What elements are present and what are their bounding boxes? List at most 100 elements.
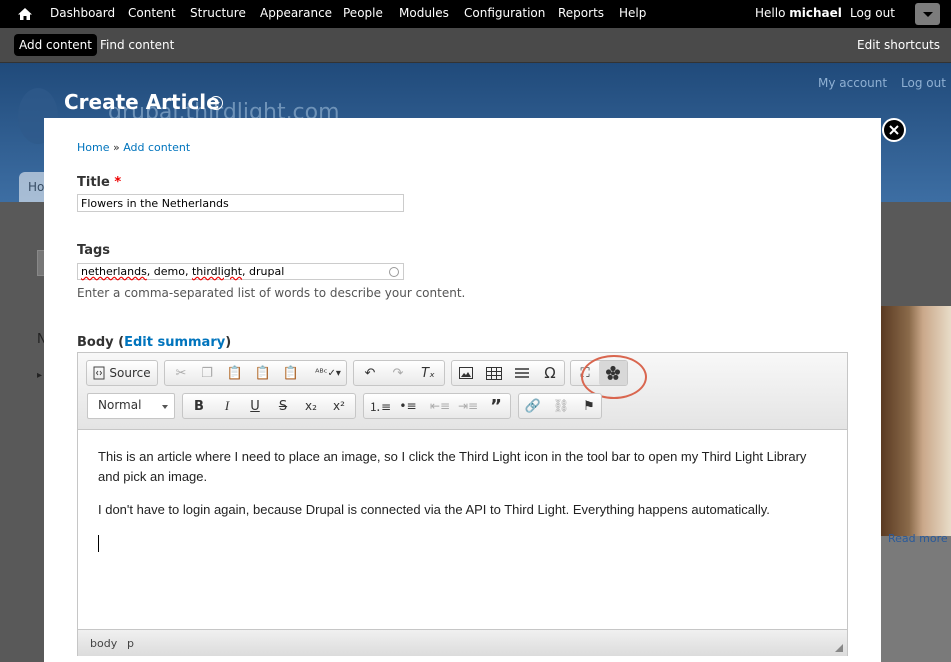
- add-shortcut-icon[interactable]: +: [209, 96, 223, 110]
- unlink-button[interactable]: ⛓: [547, 394, 575, 418]
- superscript-button[interactable]: x²: [325, 394, 353, 418]
- editor-status-bar: body p: [78, 629, 847, 656]
- table-button[interactable]: [480, 361, 508, 385]
- bold-button[interactable]: B: [185, 394, 213, 418]
- superscript-icon: x²: [333, 399, 345, 413]
- edit-summary-link[interactable]: Edit summary: [124, 335, 225, 350]
- menu-appearance[interactable]: Appearance: [260, 6, 332, 20]
- resize-handle-icon[interactable]: [835, 644, 843, 652]
- copy-button[interactable]: ❐: [193, 361, 221, 385]
- home-icon[interactable]: [17, 6, 33, 22]
- outdent-button[interactable]: ⇤≡: [426, 394, 454, 418]
- anchor-button[interactable]: ⚑: [575, 394, 603, 418]
- my-account-link[interactable]: My account: [818, 76, 887, 90]
- path-p[interactable]: p: [127, 637, 134, 650]
- autocomplete-throbber-icon: [389, 267, 399, 277]
- menu-configuration[interactable]: Configuration: [464, 6, 545, 20]
- menu-reports[interactable]: Reports: [558, 6, 604, 20]
- paste-text-button[interactable]: 📋: [249, 361, 277, 385]
- link-icon: 🔗: [524, 398, 542, 414]
- numbered-list-button[interactable]: ⒈≡: [366, 394, 394, 418]
- title-input[interactable]: Flowers in the Netherlands: [77, 194, 404, 212]
- horizontal-rule-button[interactable]: [508, 361, 536, 385]
- underline-button[interactable]: U: [241, 394, 269, 418]
- title-label-text: Title: [77, 175, 110, 190]
- undo-button[interactable]: ↶: [356, 361, 384, 385]
- blockquote-button[interactable]: ”: [482, 394, 510, 418]
- horizontal-rule-icon: [515, 368, 529, 378]
- logout-link[interactable]: Log out: [850, 6, 895, 20]
- toolbar-group-clipboard: ✂ ❐ 📋 📋 📋 ᴬᴮᶜ✓▾: [164, 360, 347, 386]
- menu-help[interactable]: Help: [619, 6, 646, 20]
- omega-icon: Ω: [544, 364, 556, 382]
- site-logout-link[interactable]: Log out: [901, 76, 946, 90]
- tags-text: , demo,: [146, 265, 192, 278]
- shortcut-add-content[interactable]: Add content: [14, 34, 97, 56]
- edit-shortcuts-link[interactable]: Edit shortcuts: [857, 38, 940, 52]
- editor-content[interactable]: This is an article where I need to place…: [98, 447, 828, 533]
- underline-icon: U: [250, 398, 260, 414]
- toolbar-group-basicstyles: B I U S x₂ x²: [182, 393, 356, 419]
- text-caret: [98, 535, 99, 552]
- special-char-button[interactable]: Ω: [536, 361, 564, 385]
- spellcheck-icon: ᴬᴮᶜ✓▾: [315, 367, 341, 379]
- cut-button[interactable]: ✂: [167, 361, 195, 385]
- toolbar-group-paragraph: ⒈≡ •≡ ⇤≡ ⇥≡ ”: [363, 393, 511, 419]
- bold-icon: B: [194, 398, 204, 414]
- breadcrumb-home[interactable]: Home: [77, 141, 109, 154]
- bulleted-list-button[interactable]: •≡: [394, 394, 422, 418]
- title-label: Title *: [77, 175, 121, 190]
- strike-button[interactable]: S: [269, 394, 297, 418]
- subscript-button[interactable]: x₂: [297, 394, 325, 418]
- close-icon: [889, 125, 899, 135]
- background-panel: [881, 536, 951, 662]
- strikethrough-icon: S: [278, 398, 288, 414]
- copy-icon: ❐: [201, 365, 213, 381]
- spellcheck-button[interactable]: ᴬᴮᶜ✓▾: [311, 361, 345, 385]
- breadcrumb-add-content[interactable]: Add content: [123, 141, 190, 154]
- menu-modules[interactable]: Modules: [399, 6, 449, 20]
- background-bullet-icon: ▸: [37, 370, 43, 381]
- menu-content[interactable]: Content: [128, 6, 176, 20]
- toolbar-group-insert: Ω: [451, 360, 565, 386]
- breadcrumb: Home » Add content: [77, 141, 190, 154]
- path-body[interactable]: body: [90, 637, 117, 650]
- bulleted-list-icon: •≡: [399, 399, 417, 413]
- paste-text-icon: 📋: [254, 365, 272, 381]
- link-button[interactable]: 🔗: [519, 394, 547, 418]
- paste-button[interactable]: 📋: [221, 361, 249, 385]
- tags-word: netherlands: [81, 265, 147, 278]
- italic-icon: I: [224, 398, 230, 413]
- tags-input[interactable]: netherlands, demo, thirdlight, drupal: [77, 263, 404, 280]
- overlay-title: Create Article: [64, 90, 220, 114]
- username[interactable]: michael: [789, 6, 842, 20]
- body-label-text: Body: [77, 335, 114, 350]
- shortcut-find-content[interactable]: Find content: [100, 38, 174, 52]
- italic-button[interactable]: I: [213, 394, 241, 418]
- paste-word-button[interactable]: 📋: [277, 361, 305, 385]
- user-greeting: Hello michael: [755, 6, 842, 20]
- redo-button[interactable]: ↷: [384, 361, 412, 385]
- background-photo: [881, 306, 951, 536]
- source-label: Source: [109, 366, 151, 380]
- format-select[interactable]: Normal: [87, 393, 175, 419]
- tags-text: , drupal: [242, 265, 285, 278]
- read-more-link[interactable]: Read more: [888, 532, 948, 545]
- paste-icon: 📋: [226, 365, 244, 381]
- toggle-shortcuts-button[interactable]: [915, 3, 940, 25]
- subscript-icon: x₂: [305, 399, 317, 413]
- menu-structure[interactable]: Structure: [190, 6, 246, 20]
- source-button[interactable]: Source: [89, 361, 155, 385]
- outdent-icon: ⇤≡: [429, 399, 451, 413]
- menu-people[interactable]: People: [343, 6, 383, 20]
- image-button[interactable]: [452, 361, 480, 385]
- image-icon: [459, 367, 473, 379]
- required-marker: *: [114, 175, 122, 190]
- indent-button[interactable]: ⇥≡: [454, 394, 482, 418]
- menu-dashboard[interactable]: Dashboard: [50, 6, 115, 20]
- shortcuts-bar: Add content Find content Edit shortcuts: [0, 28, 951, 63]
- remove-format-button[interactable]: Tₓ: [414, 361, 442, 385]
- indent-icon: ⇥≡: [457, 399, 479, 413]
- breadcrumb-separator: »: [109, 141, 124, 154]
- close-overlay-button[interactable]: [882, 118, 906, 142]
